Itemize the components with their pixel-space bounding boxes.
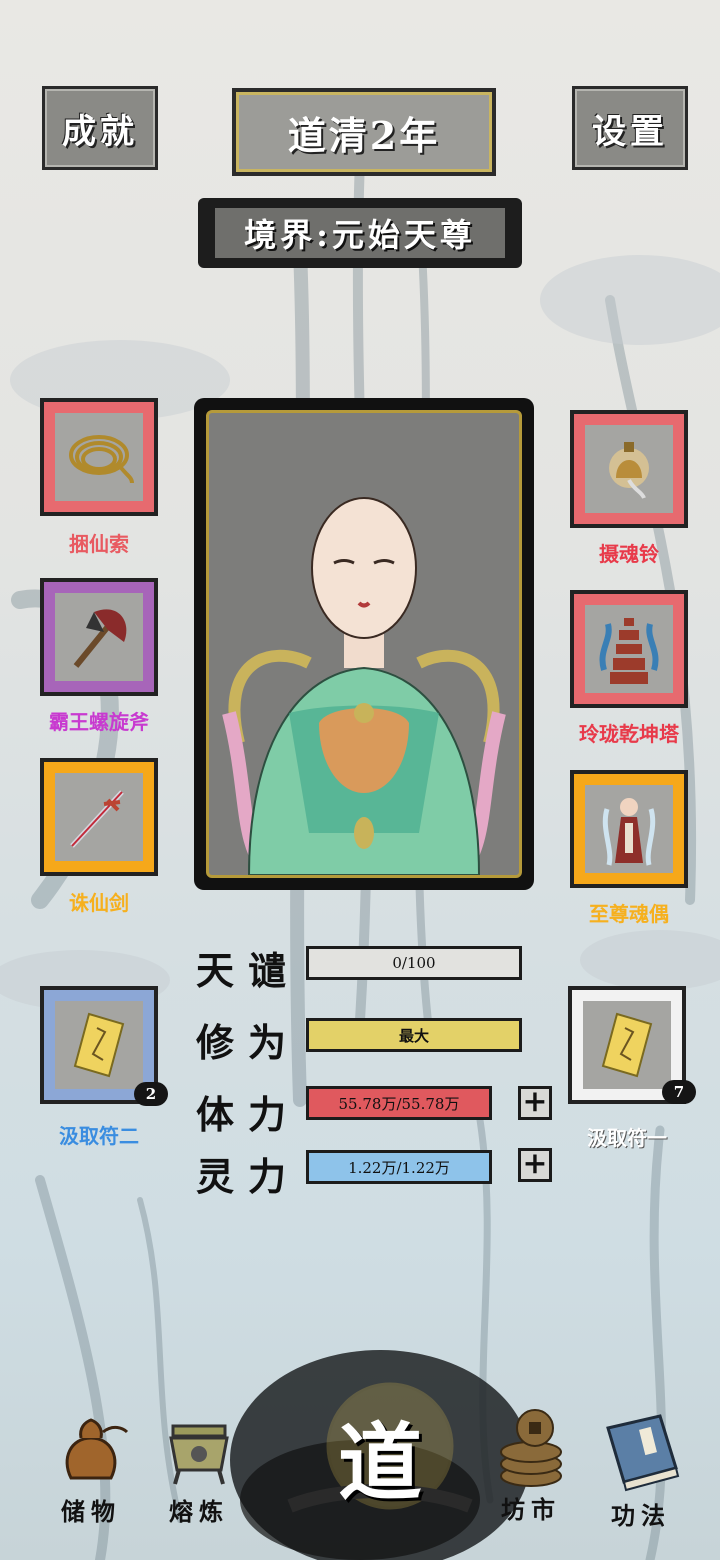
- realm-label: 境界:元始天尊: [244, 216, 476, 254]
- stat-label-lingli: 灵力: [196, 1154, 301, 1199]
- xiuwei-value: 最大: [398, 1026, 429, 1045]
- talisman-icon: [73, 1012, 125, 1078]
- nav-market-label: 坊市: [501, 1495, 561, 1524]
- rope-icon: [69, 435, 134, 484]
- talisman-label-2: 汲取符二: [59, 1124, 139, 1148]
- equip-slot-pagoda[interactable]: [570, 590, 688, 708]
- stat-label-tianqian: 天谴: [196, 948, 301, 993]
- tili-value: 55.78万/55.78万: [338, 1094, 460, 1113]
- year-label: 道清2年: [287, 112, 441, 158]
- tianqian-bar: 0/100: [306, 946, 522, 980]
- sword-icon: [70, 790, 124, 848]
- character-portrait: [194, 398, 534, 890]
- nav-storage[interactable]: 储物: [36, 1408, 146, 1527]
- equip-label-pagoda: 玲珑乾坤塔: [579, 722, 679, 746]
- stat-label-xiuwei: 修为: [196, 1020, 301, 1065]
- equip-label-axe: 霸王螺旋斧: [49, 710, 149, 734]
- equip-slot-bell[interactable]: [570, 410, 688, 528]
- coins-icon: [500, 1409, 562, 1487]
- tili-plus-button[interactable]: +: [518, 1086, 552, 1120]
- nav-smelting-label: 熔炼: [169, 1497, 229, 1526]
- axe-icon: [73, 609, 127, 668]
- settings-label: 设置: [592, 111, 668, 152]
- equip-label-doll: 至尊魂偶: [589, 902, 669, 926]
- nav-techniques-label: 功法: [611, 1501, 671, 1530]
- character-figure: [222, 497, 506, 875]
- stat-label-tili: 体力: [196, 1092, 301, 1137]
- equip-label-bell: 摄魂铃: [599, 542, 659, 566]
- equip-slot-sword[interactable]: [40, 758, 158, 876]
- bell-icon: [609, 442, 649, 499]
- tianqian-value: 0/100: [392, 954, 436, 972]
- xiuwei-bar: 最大: [306, 1018, 522, 1052]
- doll-icon: [602, 798, 656, 866]
- settings-button[interactable]: 设置: [572, 86, 688, 170]
- nav-smelting[interactable]: 熔炼: [144, 1412, 254, 1527]
- equip-slot-axe[interactable]: [40, 578, 158, 696]
- nav-center-dao[interactable]: 道: [280, 1376, 480, 1536]
- nav-storage-label: 储物: [61, 1497, 121, 1526]
- book-icon: [606, 1414, 680, 1492]
- equip-label-sword: 诛仙剑: [69, 891, 129, 915]
- nav-market[interactable]: 坊市: [476, 1404, 586, 1525]
- cauldron-icon: [169, 1424, 229, 1485]
- tili-bar: 55.78万/55.78万: [306, 1086, 492, 1120]
- lingli-plus-button[interactable]: +: [518, 1148, 552, 1182]
- lingli-value: 1.22万/1.22万: [348, 1158, 450, 1177]
- lingli-bar: 1.22万/1.22万: [306, 1150, 492, 1184]
- equip-slot-rope[interactable]: [40, 398, 158, 516]
- equip-label-rope: 捆仙索: [69, 532, 129, 556]
- talisman-icon: [601, 1012, 653, 1078]
- achievements-button[interactable]: 成就: [42, 86, 158, 170]
- equip-slot-doll[interactable]: [570, 770, 688, 888]
- nav-techniques[interactable]: 功法: [586, 1412, 696, 1531]
- bag-icon: [65, 1418, 129, 1480]
- talisman-2-count: 2: [134, 1082, 168, 1106]
- achievements-label: 成就: [62, 111, 138, 152]
- year-plate: 道清2年: [232, 88, 496, 176]
- talisman-label-1: 汲取符一: [587, 1126, 667, 1150]
- realm-plate: 境界:元始天尊: [198, 198, 522, 268]
- nav-center-label: 道: [337, 1412, 422, 1512]
- pagoda-icon: [599, 618, 659, 684]
- talisman-1-count: 7: [662, 1080, 696, 1104]
